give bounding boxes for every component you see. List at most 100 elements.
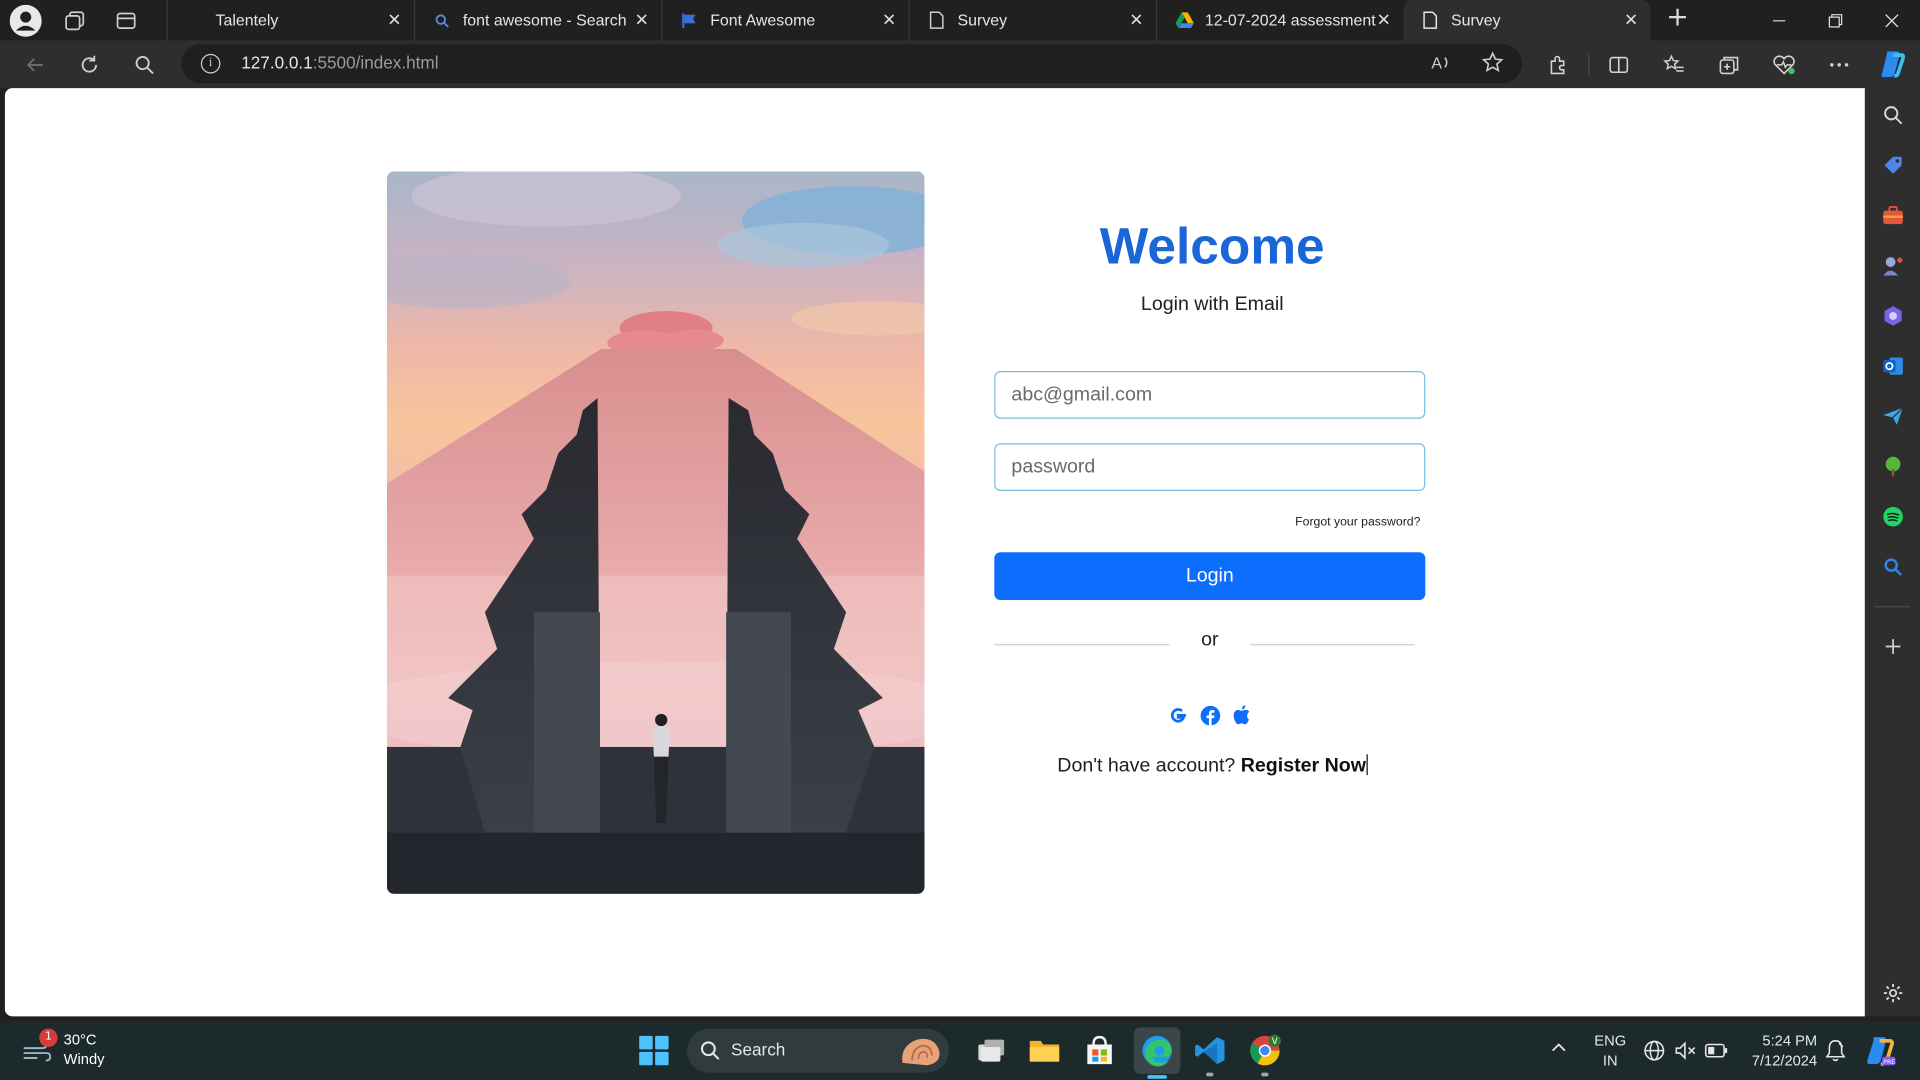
file-explorer-icon[interactable] <box>1026 1032 1063 1069</box>
svg-text:V: V <box>1272 1037 1278 1047</box>
extensions-icon[interactable] <box>1544 50 1573 79</box>
temple-gate-photo <box>386 171 925 894</box>
active-app-indicator <box>1147 1075 1167 1079</box>
clock[interactable]: 5:24 PM 7/12/2024 <box>1744 1031 1817 1070</box>
search-icon[interactable] <box>1881 103 1905 127</box>
settings-gear-icon[interactable] <box>1881 981 1905 1005</box>
or-divider: or <box>994 629 1425 653</box>
weather-widget[interactable]: 1 30°C Windy <box>22 1028 105 1069</box>
email-field[interactable] <box>994 371 1426 419</box>
tab-font-awesome[interactable]: Font Awesome ✕ <box>661 0 908 41</box>
taskbar-search[interactable]: Search <box>686 1028 949 1073</box>
vscode-icon[interactable] <box>1191 1032 1228 1077</box>
tools-briefcase-icon[interactable] <box>1881 203 1905 227</box>
tab-label: Talentely <box>215 11 279 30</box>
tab-strip: Talentely ✕ font awesome - Search ✕ Font… <box>0 0 1920 41</box>
text-cursor <box>1365 754 1368 776</box>
language-top: ENG <box>1594 1032 1627 1050</box>
clock-date: 7/12/2024 <box>1751 1051 1818 1069</box>
favorites-icon[interactable] <box>1659 50 1688 79</box>
close-icon[interactable]: ✕ <box>635 10 649 31</box>
new-tab-button[interactable]: + <box>1660 3 1694 36</box>
document-favicon <box>927 10 947 30</box>
start-button[interactable] <box>639 1035 669 1066</box>
sidebar-divider <box>1874 606 1911 608</box>
outlook-icon[interactable] <box>1881 354 1905 378</box>
games-icon[interactable] <box>1881 253 1905 277</box>
edge-browser-icon[interactable] <box>1133 1027 1181 1079</box>
url-text[interactable]: 127.0.0.1:5500/index.html <box>241 53 438 73</box>
collections-icon[interactable] <box>1714 50 1743 79</box>
language-indicator[interactable]: ENG IN <box>1594 1031 1626 1070</box>
search-icon[interactable] <box>129 49 161 81</box>
profile-icon[interactable] <box>9 4 42 37</box>
refresh-icon[interactable] <box>73 49 105 81</box>
facebook-icon[interactable] <box>1199 704 1221 726</box>
restore-button[interactable] <box>1807 0 1863 40</box>
copilot-icon[interactable] <box>1876 48 1906 78</box>
bing-search-icon[interactable] <box>1881 555 1905 579</box>
shopping-tag-icon[interactable] <box>1881 153 1905 177</box>
talentely-favicon <box>185 10 205 30</box>
copilot-app-icon[interactable] <box>1881 304 1905 328</box>
tab-talentely[interactable]: Talentely ✕ <box>166 0 414 41</box>
forgot-password-link[interactable]: Forgot your password? <box>1295 516 1420 529</box>
send-icon[interactable] <box>1881 404 1905 428</box>
close-icon[interactable]: ✕ <box>1624 10 1638 31</box>
split-screen-icon[interactable] <box>1604 50 1633 79</box>
url-path: :5500/index.html <box>312 52 439 73</box>
tab-survey-1[interactable]: Survey ✕ <box>908 0 1156 41</box>
close-icon[interactable]: ✕ <box>1377 10 1391 31</box>
spotify-icon[interactable] <box>1881 504 1905 528</box>
svg-text:A: A <box>1431 56 1442 73</box>
site-info-icon[interactable]: i <box>200 53 221 74</box>
register-row: Don't have account? Register Now <box>994 754 1430 777</box>
toolbar-divider <box>1588 53 1590 76</box>
more-options-icon[interactable] <box>1824 50 1853 79</box>
tab-survey-active[interactable]: Survey ✕ <box>1403 0 1651 41</box>
search-icon <box>700 1041 720 1060</box>
tab-label: Survey <box>1451 11 1501 30</box>
volume-muted-icon[interactable] <box>1674 1040 1696 1067</box>
close-icon[interactable]: ✕ <box>387 10 401 31</box>
browser-essentials-icon[interactable] <box>1769 50 1798 79</box>
network-globe-icon[interactable] <box>1643 1040 1665 1067</box>
font-awesome-flag-favicon <box>680 10 700 30</box>
minimize-button[interactable] <box>1751 0 1807 40</box>
read-aloud-icon[interactable]: A <box>1430 51 1452 78</box>
register-link[interactable]: Register Now <box>1241 756 1366 777</box>
google-icon[interactable] <box>1167 704 1189 726</box>
register-prompt: Don't have account? <box>1057 755 1236 777</box>
page-title: Welcome <box>1099 216 1325 275</box>
tab-font-awesome-search[interactable]: font awesome - Search ✕ <box>413 0 661 41</box>
tab-label: 12-07-2024 assessment.p <box>1204 11 1377 30</box>
add-icon[interactable] <box>1881 634 1905 658</box>
weather-desc: Windy <box>63 1050 105 1068</box>
chrome-icon[interactable]: V <box>1247 1032 1284 1077</box>
close-window-button[interactable] <box>1864 0 1920 40</box>
password-field[interactable] <box>994 443 1426 492</box>
copilot-taskbar-icon[interactable]: PRE <box>1862 1033 1896 1072</box>
search-favicon <box>432 10 452 30</box>
close-icon[interactable]: ✕ <box>1129 10 1143 31</box>
login-button[interactable]: Login <box>994 552 1426 601</box>
show-hidden-icons-chevron[interactable] <box>1550 1038 1567 1058</box>
tab-assessment[interactable]: 12-07-2024 assessment.p ✕ <box>1155 0 1403 41</box>
microsoft-store-icon[interactable] <box>1081 1032 1118 1069</box>
notifications-bell-icon[interactable] <box>1824 1038 1846 1067</box>
back-arrow-icon[interactable] <box>20 49 52 81</box>
language-bottom: IN <box>1602 1051 1618 1069</box>
battery-icon[interactable] <box>1704 1040 1728 1067</box>
tab-label: Survey <box>957 11 1008 30</box>
favorite-star-icon[interactable] <box>1481 51 1504 78</box>
workspaces-icon[interactable] <box>56 5 93 37</box>
task-view-icon[interactable] <box>973 1032 1010 1069</box>
open-app-indicator <box>1261 1072 1269 1077</box>
divider-line-right <box>1250 644 1415 646</box>
vertical-tabs-icon[interactable] <box>108 5 145 37</box>
apple-icon[interactable] <box>1231 704 1253 726</box>
close-icon[interactable]: ✕ <box>882 10 896 31</box>
tab-list: Talentely ✕ font awesome - Search ✕ Font… <box>166 0 1651 41</box>
tree-icon[interactable] <box>1881 454 1905 478</box>
address-bar[interactable]: i 127.0.0.1:5500/index.html A <box>181 44 1523 84</box>
